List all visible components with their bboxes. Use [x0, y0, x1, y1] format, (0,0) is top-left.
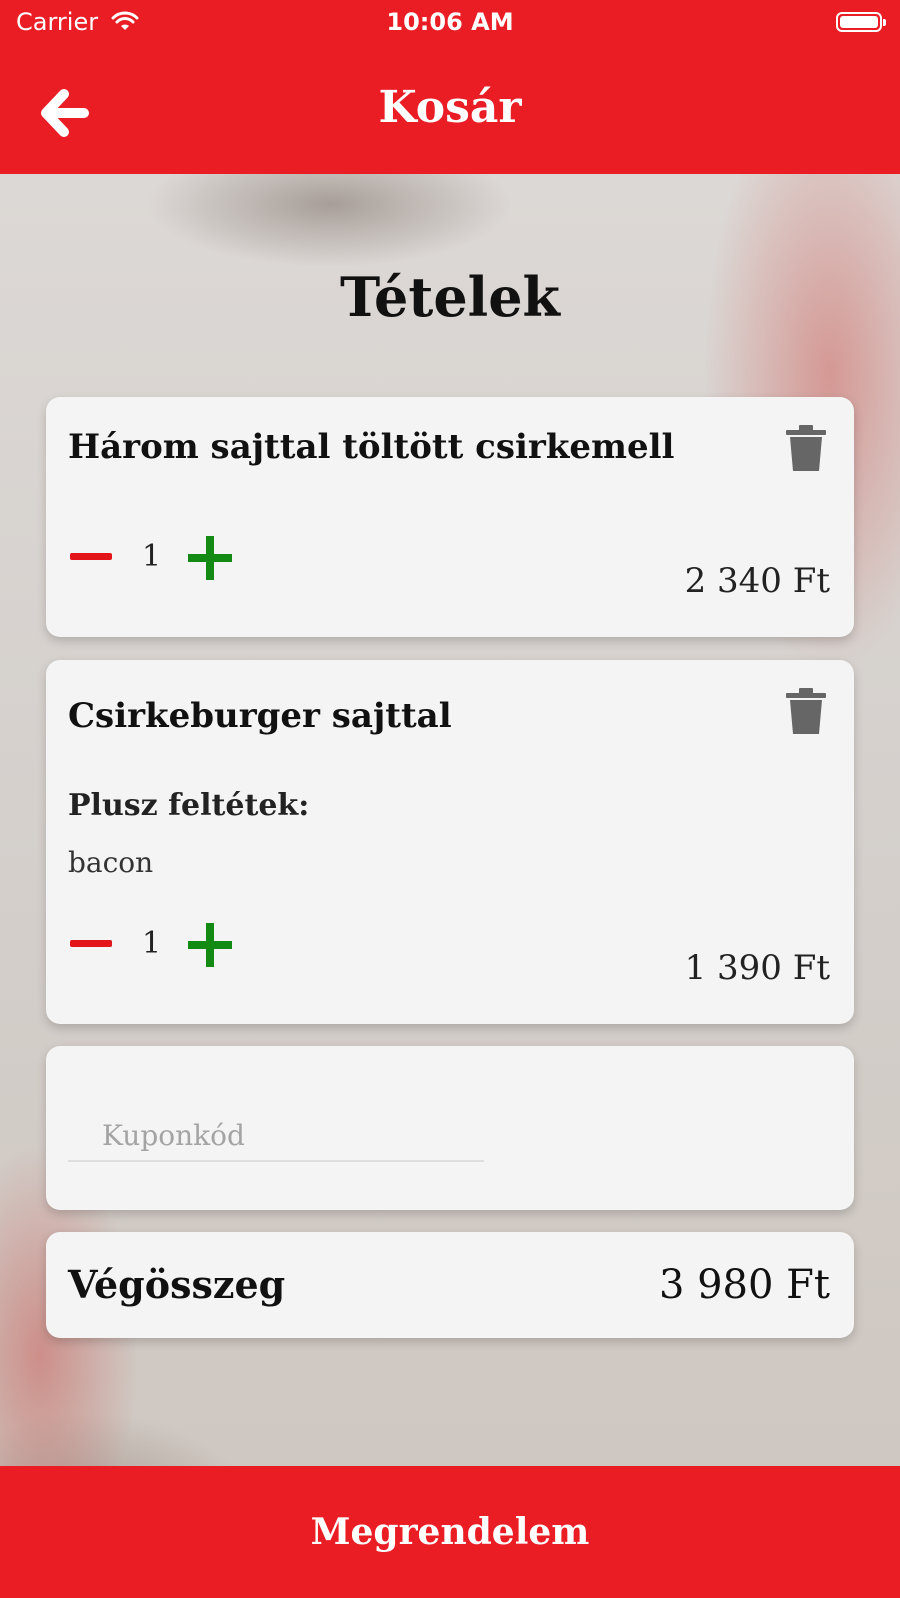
status-bar: Carrier 10:06 AM: [0, 0, 900, 46]
item-name: Három sajttal töltött csirkemell: [68, 427, 675, 467]
decrease-quantity-button[interactable]: [70, 938, 116, 948]
item-price: 2 340 Ft: [684, 561, 830, 601]
increase-quantity-button[interactable]: [188, 922, 234, 968]
item-name: Csirkeburger sajttal: [68, 696, 452, 736]
minus-icon: [70, 553, 112, 560]
trash-icon: [786, 688, 826, 734]
page-title: Kosár: [378, 82, 522, 133]
coupon-code-input[interactable]: [68, 1110, 484, 1162]
coupon-card: [46, 1046, 854, 1210]
section-title: Tételek: [340, 265, 560, 329]
status-time: 10:06 AM: [386, 8, 514, 36]
cart-item-card: Csirkeburger sajttal Plusz feltétek: bac…: [46, 660, 854, 1024]
minus-icon: [70, 940, 112, 947]
cart-item-card: Három sajttal töltött csirkemell 1 2 340…: [46, 397, 854, 637]
quantity-value: 1: [142, 926, 162, 961]
decrease-quantity-button[interactable]: [70, 551, 116, 561]
trash-icon: [786, 425, 826, 471]
total-label: Végösszeg: [68, 1262, 286, 1307]
nav-bar: Kosár: [0, 46, 900, 174]
extras-label: Plusz feltétek:: [68, 788, 310, 823]
total-value: 3 980 Ft: [658, 1262, 830, 1308]
extras-value: bacon: [68, 846, 154, 879]
quantity-value: 1: [142, 539, 162, 574]
delete-button[interactable]: [784, 686, 828, 736]
delete-button[interactable]: [784, 423, 828, 473]
order-button[interactable]: Megrendelem: [0, 1466, 900, 1598]
increase-quantity-button[interactable]: [188, 535, 234, 581]
item-price: 1 390 Ft: [684, 948, 830, 988]
total-card: Végösszeg 3 980 Ft: [46, 1232, 854, 1338]
battery-icon: [836, 12, 886, 32]
